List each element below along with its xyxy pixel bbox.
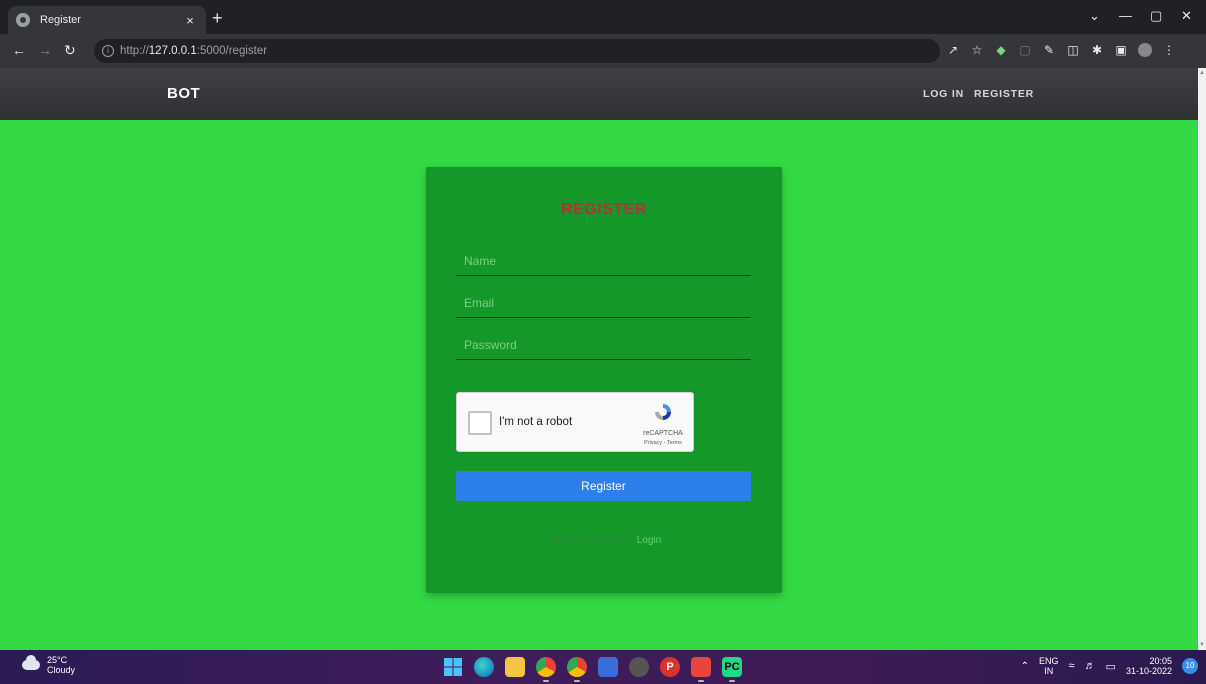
profile-avatar-icon[interactable] (1138, 43, 1152, 57)
minimize-icon[interactable]: — (1119, 8, 1132, 23)
share-icon[interactable]: ↗ (946, 43, 960, 57)
toolbar-icons: ↗ ☆ ◆ ▢ ✎ ◫ ✱ ▣ ⋮ (946, 43, 1176, 57)
url-text: http://127.0.0.1:5000/register (120, 45, 268, 57)
weather-temperature: 25°C (47, 655, 68, 665)
extension-icon[interactable]: ✎ (1042, 43, 1056, 57)
taskbar-apps: P PC (443, 657, 742, 682)
close-window-icon[interactable]: ✕ (1181, 8, 1192, 24)
side-panel-icon[interactable]: ▣ (1114, 43, 1128, 57)
login-link[interactable]: Login (637, 535, 661, 546)
favicon-icon (16, 13, 30, 27)
extension-icon[interactable]: ◆ (994, 43, 1008, 57)
forward-icon: → (38, 42, 52, 58)
xampp-icon[interactable] (691, 657, 711, 682)
email-field[interactable] (456, 288, 751, 318)
tab-search-icon[interactable]: ⌄ (1089, 8, 1100, 24)
site-brand[interactable]: BOT (167, 85, 200, 102)
extension-icon[interactable]: ◫ (1066, 43, 1080, 57)
notification-badge[interactable]: 10 (1182, 658, 1198, 674)
nav-register-link[interactable]: REGISTER (974, 88, 1034, 100)
recaptcha-privacy-terms[interactable]: Privacy - Terms (633, 440, 693, 446)
new-tab-button[interactable]: + (212, 9, 223, 27)
windows-taskbar: 25°C Cloudy P PC ⌃ ENG IN ≈ ♬ ▭ 20:05 31… (0, 650, 1206, 684)
login-prompt: Already a member? Login (426, 535, 782, 546)
file-explorer-icon[interactable] (505, 657, 525, 677)
clock-time: 20:05 (1149, 656, 1172, 666)
settings-icon[interactable] (629, 657, 649, 677)
name-field[interactable] (456, 246, 751, 276)
site-navbar: BOT LOG IN REGISTER (0, 68, 1198, 120)
scroll-up-icon[interactable]: ▲ (1199, 70, 1205, 76)
wifi-icon[interactable]: ≈ (1069, 660, 1075, 672)
powerpoint-icon[interactable]: P (660, 657, 680, 677)
recaptcha-label: I'm not a robot (499, 416, 573, 428)
nav-links: LOG IN REGISTER (923, 88, 1034, 100)
weather-description: Cloudy (47, 665, 76, 675)
language-indicator[interactable]: ENG IN (1039, 656, 1059, 676)
store-icon[interactable] (598, 657, 618, 677)
browser-menu-icon[interactable]: ⋮ (1162, 43, 1176, 57)
back-icon[interactable]: ← (12, 42, 26, 58)
recaptcha-brand: reCAPTCHA (643, 430, 683, 437)
clock[interactable]: 20:05 31-10-2022 (1126, 656, 1172, 676)
browser-titlebar: Register × + ⌄ — ▢ ✕ (0, 0, 1206, 34)
chrome-icon[interactable] (536, 657, 556, 682)
volume-icon[interactable]: ♬ (1085, 660, 1096, 672)
recaptcha-checkbox[interactable] (468, 411, 492, 435)
cloud-icon (22, 655, 40, 670)
recaptcha-widget: I'm not a robot reCAPTCHA Privacy - Term… (456, 392, 694, 452)
browser-toolbar: ← → ↻ i http://127.0.0.1:5000/register ↗… (0, 34, 1206, 68)
register-title: REGISTER (561, 201, 647, 218)
register-card: REGISTER I'm not a robot reCAPTCHA Priva… (426, 167, 782, 593)
nav-login-link[interactable]: LOG IN (923, 88, 964, 100)
clock-date: 31-10-2022 (1125, 666, 1172, 676)
start-windows-icon[interactable] (443, 657, 463, 677)
pycharm-icon[interactable]: PC (722, 657, 742, 682)
scroll-down-icon[interactable]: ▼ (1199, 642, 1205, 648)
tab-title: Register (40, 14, 81, 26)
recaptcha-logo-icon (655, 404, 671, 420)
register-button[interactable]: Register (456, 471, 751, 501)
edge-browser-icon[interactable] (474, 657, 494, 677)
extensions-puzzle-icon[interactable]: ✱ (1090, 43, 1104, 57)
reload-icon[interactable]: ↻ (64, 42, 76, 58)
page-scrollbar[interactable]: ▲ ▼ (1198, 68, 1206, 650)
already-member-text: Already a member? (546, 535, 634, 546)
password-field[interactable] (456, 330, 751, 360)
system-tray: ⌃ ENG IN ≈ ♬ ▭ 20:05 31-10-2022 10 (1021, 656, 1198, 676)
restore-icon[interactable]: ▢ (1150, 8, 1162, 24)
page-content: BOT LOG IN REGISTER REGISTER I'm not a r… (0, 68, 1206, 650)
weather-widget[interactable]: 25°C Cloudy (22, 655, 75, 675)
chrome-icon[interactable] (567, 657, 587, 682)
bookmark-star-icon[interactable]: ☆ (970, 43, 984, 57)
site-info-icon[interactable]: i (102, 45, 114, 57)
tab-close-icon[interactable]: × (182, 13, 198, 28)
show-hidden-icons-icon[interactable]: ⌃ (1021, 661, 1029, 672)
extension-icon[interactable]: ▢ (1018, 43, 1032, 57)
address-bar[interactable]: i http://127.0.0.1:5000/register (94, 39, 940, 63)
browser-tab[interactable]: Register × (8, 6, 206, 34)
battery-icon[interactable]: ▭ (1106, 660, 1116, 673)
